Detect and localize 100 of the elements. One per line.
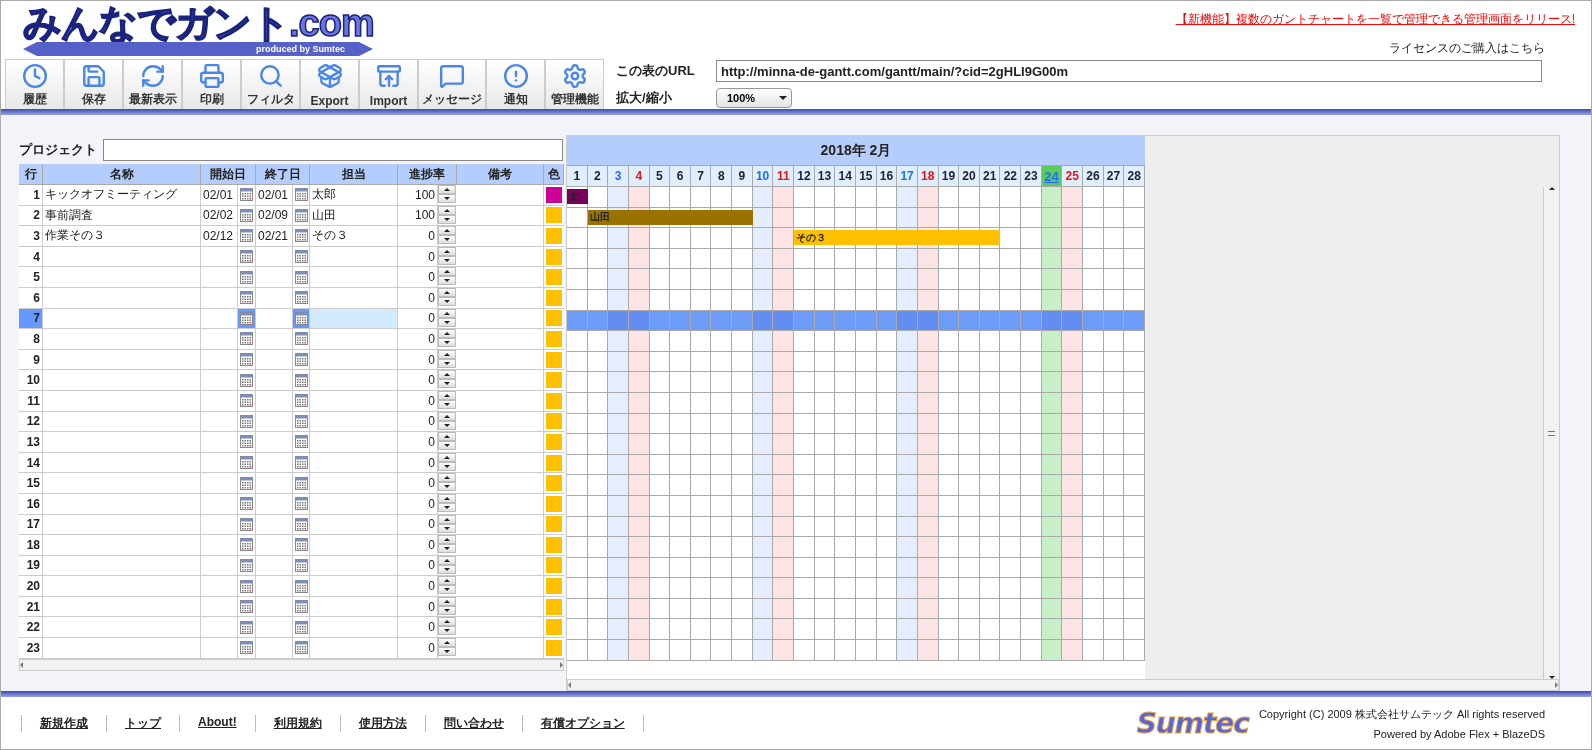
- day-header: 11: [773, 166, 795, 187]
- task-bar[interactable]: その３: [794, 230, 1001, 246]
- row-number[interactable]: 6: [19, 287, 43, 309]
- day-header: 4: [628, 166, 650, 187]
- day-header: 9: [732, 166, 753, 187]
- start-date-cell: 02/02: [201, 205, 238, 227]
- toolbar-button[interactable]: フィルタ: [241, 59, 300, 109]
- day-header: 16: [876, 166, 898, 187]
- day-header: 15: [856, 166, 877, 187]
- project-label: プロジェクト: [19, 140, 97, 159]
- row-number[interactable]: 12: [19, 411, 43, 433]
- row-number[interactable]: 5: [19, 267, 43, 288]
- footer-link[interactable]: トップ: [106, 714, 179, 732]
- row-number[interactable]: 16: [19, 493, 43, 515]
- row-number[interactable]: 13: [19, 432, 43, 453]
- toolbar-button[interactable]: 管理機能: [545, 59, 604, 109]
- day-header: 18: [917, 166, 939, 187]
- column-header: 行: [19, 164, 43, 185]
- progress-cell: 0: [398, 390, 438, 412]
- progress-cell: 0: [398, 493, 438, 515]
- row-number[interactable]: 11: [19, 390, 43, 412]
- row-number[interactable]: 2: [19, 205, 43, 227]
- day-header: 10: [752, 166, 774, 187]
- day-header: 24: [1041, 166, 1063, 187]
- end-date-cell: 02/01: [256, 185, 293, 206]
- row-number[interactable]: 18: [19, 535, 43, 556]
- footer-link[interactable]: About!: [179, 714, 255, 732]
- progress-cell: 0: [398, 638, 438, 659]
- progress-cell: 0: [398, 349, 438, 371]
- progress-cell: 0: [398, 267, 438, 288]
- column-header: 開始日: [201, 164, 256, 185]
- row-number[interactable]: 9: [19, 349, 43, 371]
- logo-title: みんなでガント.com: [23, 5, 374, 41]
- day-header: 2: [587, 166, 609, 187]
- end-date-cell: 02/09: [256, 205, 293, 227]
- row-number[interactable]: 15: [19, 473, 43, 494]
- row-number[interactable]: 22: [19, 617, 43, 639]
- column-header: 名称: [43, 164, 201, 185]
- day-header: 5: [649, 166, 671, 187]
- footer-link[interactable]: 使用方法: [339, 714, 425, 732]
- announcement-link[interactable]: 【新機能】複数のガントチャートを一覧で管理できる管理画面をリリース!: [1175, 11, 1575, 28]
- company-logo: Sumtec: [1136, 706, 1249, 740]
- url-label: この表のURL: [616, 62, 696, 80]
- copyright-text: Copyright (C) 2009 株式会社サムテック All rights reserved: [1258, 706, 1545, 722]
- footer-link[interactable]: 利用規約: [254, 714, 340, 732]
- row-number[interactable]: 19: [19, 555, 43, 577]
- toolbar-button[interactable]: 保存: [64, 59, 123, 109]
- column-header: 終了日: [256, 164, 310, 185]
- row-number[interactable]: 1: [19, 185, 43, 206]
- footer-link[interactable]: 新規作成: [21, 714, 106, 732]
- progress-cell: 0: [398, 308, 438, 330]
- row-number[interactable]: 23: [19, 638, 43, 659]
- zoom-label: 拡大/縮小: [616, 89, 673, 107]
- row-number[interactable]: 7: [19, 308, 43, 330]
- day-header: 22: [1000, 166, 1022, 187]
- progress-cell: 0: [398, 555, 438, 577]
- toolbar-button[interactable]: Export: [300, 59, 359, 109]
- toolbar-button[interactable]: 印刷: [182, 59, 241, 109]
- footer-link[interactable]: 有償オプション: [521, 714, 644, 732]
- start-date-cell: 02/12: [201, 226, 238, 247]
- progress-cell: 100: [398, 205, 438, 227]
- toolbar-button[interactable]: 履歴: [5, 59, 64, 109]
- day-header: 26: [1083, 166, 1104, 187]
- progress-cell: 0: [398, 246, 438, 268]
- row-number[interactable]: 20: [19, 576, 43, 597]
- column-header: 担当: [310, 164, 398, 185]
- day-header: 27: [1103, 166, 1125, 187]
- toolbar-button[interactable]: メッセージ: [418, 59, 486, 109]
- day-header: 13: [814, 166, 836, 187]
- owner-cell: 太郎: [310, 185, 398, 206]
- name-cell: 事前調査: [43, 205, 201, 227]
- footer-link[interactable]: 問い合わせ: [424, 714, 522, 732]
- day-header: 14: [835, 166, 856, 187]
- row-number[interactable]: 17: [19, 514, 43, 536]
- start-date-cell: 02/01: [201, 185, 238, 206]
- toolbar-button[interactable]: 通知: [486, 59, 545, 109]
- row-number[interactable]: 14: [19, 452, 43, 474]
- progress-cell: 0: [398, 411, 438, 433]
- toolbar-button[interactable]: Import: [359, 59, 418, 109]
- day-header: 28: [1124, 166, 1145, 187]
- day-header: 7: [690, 166, 712, 187]
- end-date-cell: 02/21: [256, 226, 293, 247]
- day-header: 19: [938, 166, 960, 187]
- day-header: 25: [1062, 166, 1084, 187]
- task-bar[interactable]: 山田: [587, 209, 753, 225]
- row-number[interactable]: 10: [19, 370, 43, 391]
- row-number[interactable]: 4: [19, 246, 43, 268]
- row-number[interactable]: 21: [19, 596, 43, 618]
- progress-cell: 0: [398, 535, 438, 556]
- logo-tagline: produced by Sumtec: [23, 42, 373, 56]
- day-header: 17: [897, 166, 918, 187]
- progress-cell: 0: [398, 617, 438, 639]
- url-field[interactable]: http://minna-de-gantt.com/gantt/main/?cid=2gHLI9G00m: [716, 60, 1542, 82]
- row-number[interactable]: 8: [19, 329, 43, 350]
- toolbar-button[interactable]: 最新表示: [123, 59, 182, 109]
- day-header: 3: [608, 166, 629, 187]
- row-number[interactable]: 3: [19, 226, 43, 247]
- day-header: 23: [1021, 166, 1042, 187]
- license-link[interactable]: ライセンスのご購入はこちら: [1389, 40, 1545, 57]
- zoom-select[interactable]: 100%: [716, 88, 792, 108]
